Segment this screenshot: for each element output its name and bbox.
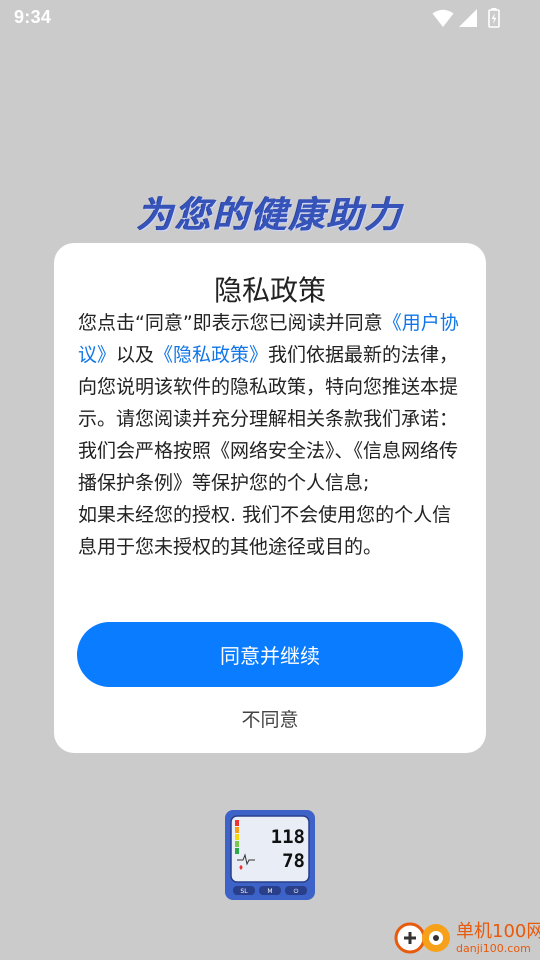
icon-button-label-1: SL [240, 888, 248, 895]
intro-text-before: 您点击“同意”即表示您已阅读并同意 [78, 312, 383, 334]
dialog-title: 隐私政策 [213, 274, 326, 307]
status-time: 9:34 [14, 7, 52, 27]
privacy-policy-link[interactable]: 《隐私政策》 [154, 344, 268, 366]
watermark: 单机100网 danji100.com [392, 912, 540, 960]
dialog-paragraph-law: 我们会严格按照《网络安全法》、《信息网络传播保护条例》等保护您的个人信息; [78, 440, 459, 494]
dialog-body: 您点击“同意”即表示您已阅读并同意《用户协议》以及《隐私政策》我们依据最新的法律… [78, 307, 466, 563]
dialog-paragraph-intro: 您点击“同意”即表示您已阅读并同意《用户协议》以及《隐私政策》我们依据最新的法律… [78, 307, 466, 435]
status-icons [432, 8, 502, 28]
privacy-dialog: 隐私政策 您点击“同意”即表示您已阅读并同意《用户协议》以及《隐私政策》我们依据… [54, 243, 486, 753]
reading-bottom-text: 78 [282, 850, 305, 872]
wifi-icon [432, 9, 454, 27]
reading-top-text: 118 [271, 826, 305, 848]
dialog-paragraph-consent: 如果未经您的授权. 我们不会使用您的个人信息用于您未授权的其他途径或目的。 [78, 504, 452, 558]
watermark-title: 单机100网 [456, 921, 540, 942]
icon-button-label-3: ⏻ [294, 888, 299, 895]
watermark-logo-icon [394, 922, 450, 954]
battery-icon [488, 8, 500, 28]
decline-button[interactable]: 不同意 [54, 703, 486, 737]
agree-continue-button[interactable]: 同意并继续 [77, 622, 463, 687]
blood-pressure-monitor-icon: 118 78 SL M ⏻ [225, 810, 315, 900]
icon-button-label-2: M [267, 888, 272, 895]
cellular-signal-icon [459, 9, 477, 27]
status-bar: 9:34 [0, 0, 540, 36]
watermark-url: danji100.com [456, 942, 531, 955]
and-text: 以及 [116, 344, 155, 366]
splash-slogan: 为您的健康助力 [136, 195, 403, 236]
